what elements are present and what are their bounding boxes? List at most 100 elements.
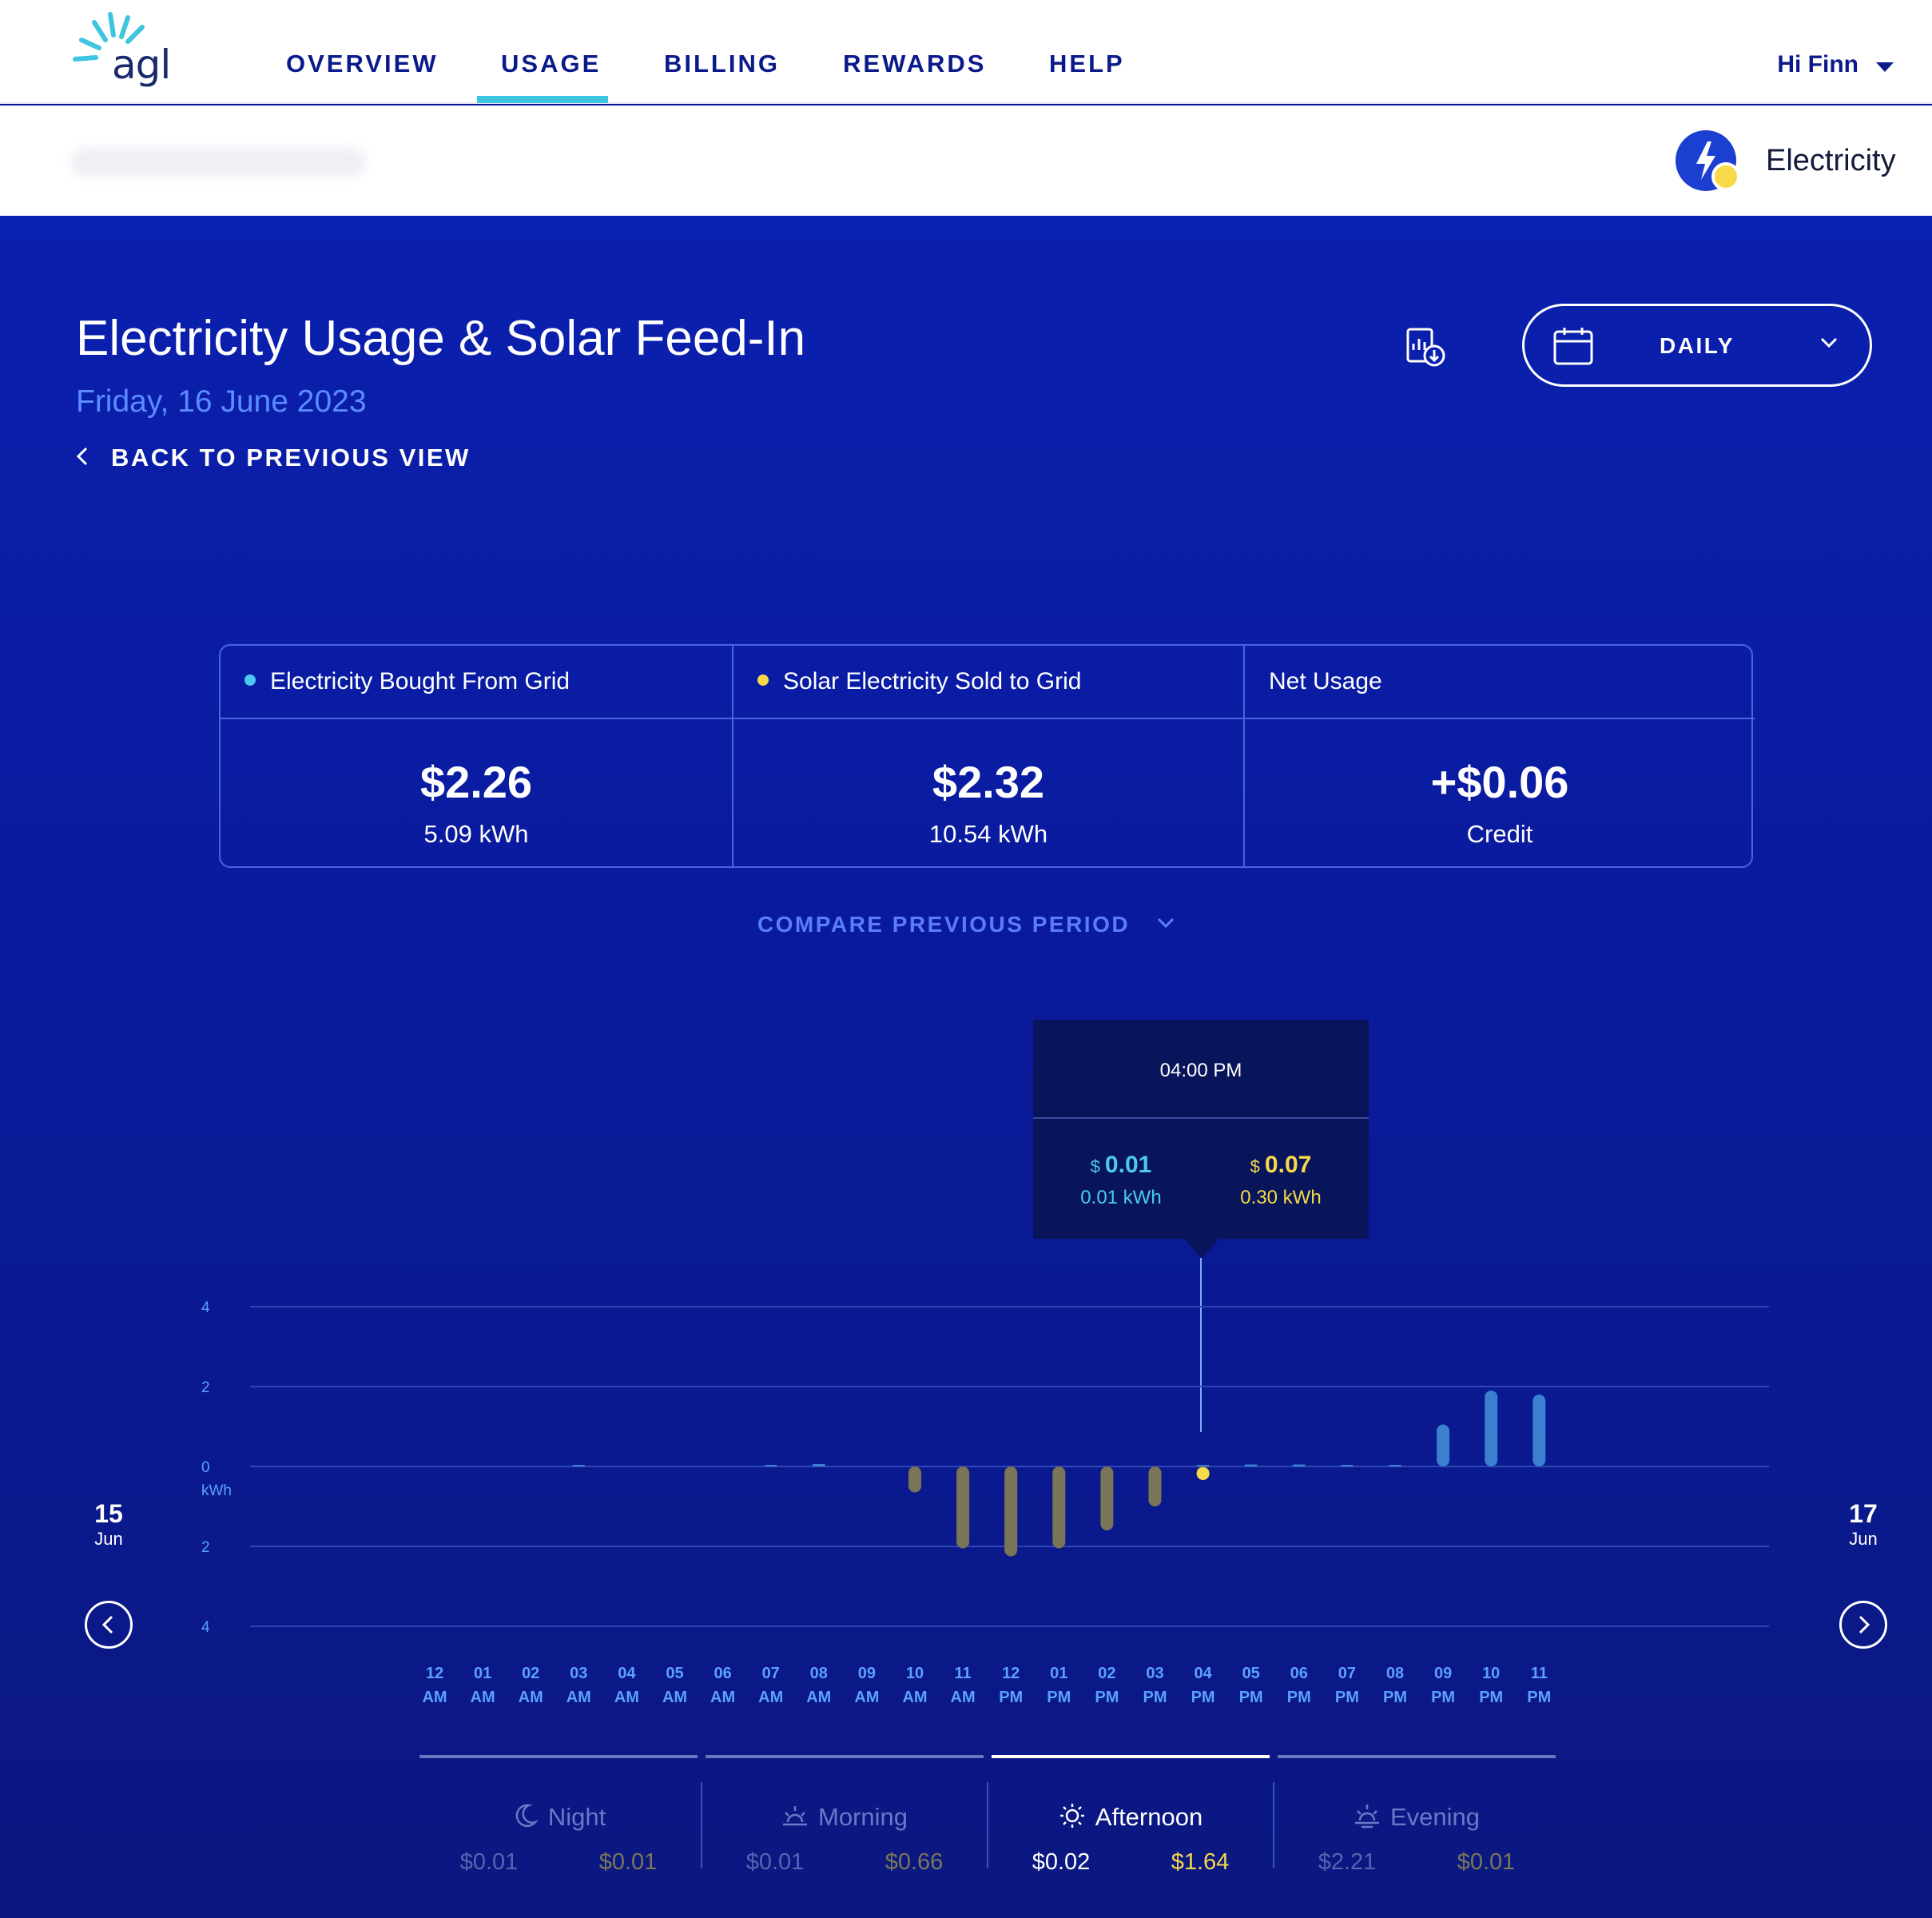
bar-sold[interactable] — [1004, 1466, 1018, 1557]
compare-previous-period-toggle[interactable]: COMPARE PREVIOUS PERIOD — [0, 912, 1932, 937]
user-menu[interactable]: Hi Finn — [1777, 51, 1858, 78]
period-separator — [701, 1782, 702, 1868]
x-tick-meridiem: AM — [806, 1689, 831, 1706]
summary-net: Net Usage +$0.06 Credit — [1243, 646, 1755, 866]
net-label: Net Usage — [1269, 668, 1382, 694]
tooltip-sold-cost: $0.07 — [1201, 1152, 1361, 1179]
moon-icon — [515, 1804, 539, 1828]
bar-bought[interactable] — [1340, 1465, 1354, 1466]
bar-sold[interactable] — [908, 1466, 921, 1493]
x-tick-meridiem: PM — [1191, 1689, 1215, 1706]
prev-day-label: 15 Jun — [85, 1499, 133, 1550]
nav-help[interactable]: HELP — [1049, 50, 1125, 78]
page-date: Friday, 16 June 2023 — [76, 384, 367, 419]
bar-bought[interactable] — [764, 1465, 777, 1466]
page-title: Electricity Usage & Solar Feed-In — [76, 311, 806, 366]
x-tick-hour: 10 — [906, 1665, 924, 1682]
bought-label: Electricity Bought From Grid — [270, 668, 570, 694]
period-tab-bar — [419, 1755, 698, 1758]
nav-overview[interactable]: OVERVIEW — [286, 50, 439, 78]
period-sold-value: $0.66 — [885, 1849, 944, 1875]
usage-summary-table: Electricity Bought From Grid $2.26 5.09 … — [219, 644, 1755, 868]
x-tick-hour: 04 — [1194, 1665, 1212, 1682]
bar-bought[interactable] — [1532, 1395, 1546, 1466]
period-name: Afternoon — [1095, 1803, 1203, 1831]
prev-day-number: 15 — [94, 1499, 123, 1528]
back-to-previous-view-link[interactable]: BACK TO PREVIOUS VIEW — [76, 444, 471, 472]
tooltip-sold-currency: $ — [1250, 1156, 1260, 1176]
chevron-left-icon — [76, 447, 88, 466]
bought-kwh: 5.09 kWh — [423, 820, 529, 848]
period-tab-bar — [1278, 1755, 1556, 1758]
logo-text: agl — [112, 42, 171, 88]
chevron-left-icon — [101, 1615, 113, 1634]
x-tick-hour: 08 — [1386, 1665, 1404, 1682]
x-tick-hour: 09 — [1434, 1665, 1452, 1682]
period-tab-evening[interactable]: Evening $2.21 $0.01 — [1278, 1755, 1556, 1875]
net-status: Credit — [1466, 820, 1533, 848]
x-tick-hour: 03 — [1146, 1665, 1163, 1682]
period-select-dropdown[interactable]: DAILY — [1522, 304, 1872, 387]
period-name: Morning — [818, 1803, 908, 1831]
period-tab-afternoon[interactable]: Afternoon $0.02 $1.64 — [992, 1755, 1270, 1875]
x-tick-hour: 04 — [618, 1665, 636, 1682]
download-report-icon[interactable] — [1405, 326, 1446, 368]
period-bought-value: $0.01 — [459, 1849, 519, 1875]
active-tab-indicator — [477, 96, 608, 103]
chevron-down-icon — [1158, 917, 1175, 929]
chevron-down-icon — [1820, 337, 1838, 348]
nav-usage[interactable]: USAGE — [501, 50, 601, 78]
bar-sold[interactable] — [1148, 1466, 1162, 1506]
x-tick-hour: 02 — [1098, 1665, 1115, 1682]
bar-sold[interactable] — [956, 1466, 970, 1549]
x-tick-hour: 09 — [858, 1665, 876, 1682]
chart-tooltip: 04:00 PM $0.01 0.01 kWh $0.07 0.30 kWh — [1033, 1020, 1369, 1239]
caret-down-icon[interactable] — [1876, 62, 1894, 72]
x-tick-meridiem: PM — [1239, 1689, 1263, 1706]
period-tab-morning[interactable]: Morning $0.01 $0.66 — [706, 1755, 984, 1875]
bar-bought[interactable] — [572, 1465, 586, 1466]
x-tick-meridiem: AM — [566, 1689, 591, 1706]
x-tick-hour: 12 — [1002, 1665, 1020, 1682]
next-day-button[interactable] — [1839, 1601, 1887, 1649]
y-tick-label: 4 — [201, 1299, 210, 1316]
nav-rewards[interactable]: REWARDS — [843, 50, 986, 78]
x-tick-meridiem: AM — [902, 1689, 927, 1706]
highlight-point[interactable] — [1196, 1467, 1210, 1480]
x-tick-hour: 10 — [1482, 1665, 1500, 1682]
y-tick-label: 2 — [201, 1539, 210, 1556]
bar-bought[interactable] — [1292, 1464, 1306, 1467]
bar-bought[interactable] — [1389, 1465, 1401, 1466]
x-tick-hour: 06 — [714, 1665, 731, 1682]
period-tab-night[interactable]: Night $0.01 $0.01 — [419, 1755, 698, 1875]
nav-billing[interactable]: BILLING — [664, 50, 780, 78]
sunrise-icon — [783, 1806, 807, 1826]
y-tick-label: 0 — [201, 1459, 210, 1476]
x-tick-hour: 06 — [1290, 1665, 1308, 1682]
bar-bought[interactable] — [1196, 1465, 1210, 1466]
sun-icon — [1059, 1804, 1084, 1828]
compare-label: COMPARE PREVIOUS PERIOD — [757, 912, 1131, 937]
bar-bought[interactable] — [1244, 1464, 1258, 1467]
bar-sold[interactable] — [1100, 1466, 1114, 1530]
x-tick-meridiem: PM — [1383, 1689, 1407, 1706]
x-tick-meridiem: AM — [519, 1689, 543, 1706]
bar-sold[interactable] — [1052, 1466, 1066, 1549]
bar-bought[interactable] — [812, 1464, 825, 1466]
x-tick-hour: 11 — [955, 1665, 972, 1682]
x-tick-meridiem: AM — [662, 1689, 687, 1706]
sold-label: Solar Electricity Sold to Grid — [783, 668, 1082, 694]
period-bought-value: $0.01 — [745, 1849, 805, 1875]
bought-amount: $2.26 — [419, 757, 533, 807]
x-tick-hour: 11 — [1531, 1665, 1548, 1682]
account-address-redacted — [70, 148, 366, 177]
prev-day-button[interactable] — [85, 1601, 133, 1649]
next-day-number: 17 — [1849, 1499, 1878, 1528]
x-tick-meridiem: AM — [758, 1689, 783, 1706]
period-name: Night — [547, 1803, 606, 1831]
x-tick-hour: 07 — [1338, 1665, 1356, 1682]
x-tick-hour: 07 — [762, 1665, 780, 1682]
y-axis-unit: kWh — [201, 1482, 232, 1499]
bar-bought[interactable] — [1485, 1391, 1498, 1466]
bar-bought[interactable] — [1437, 1424, 1450, 1467]
